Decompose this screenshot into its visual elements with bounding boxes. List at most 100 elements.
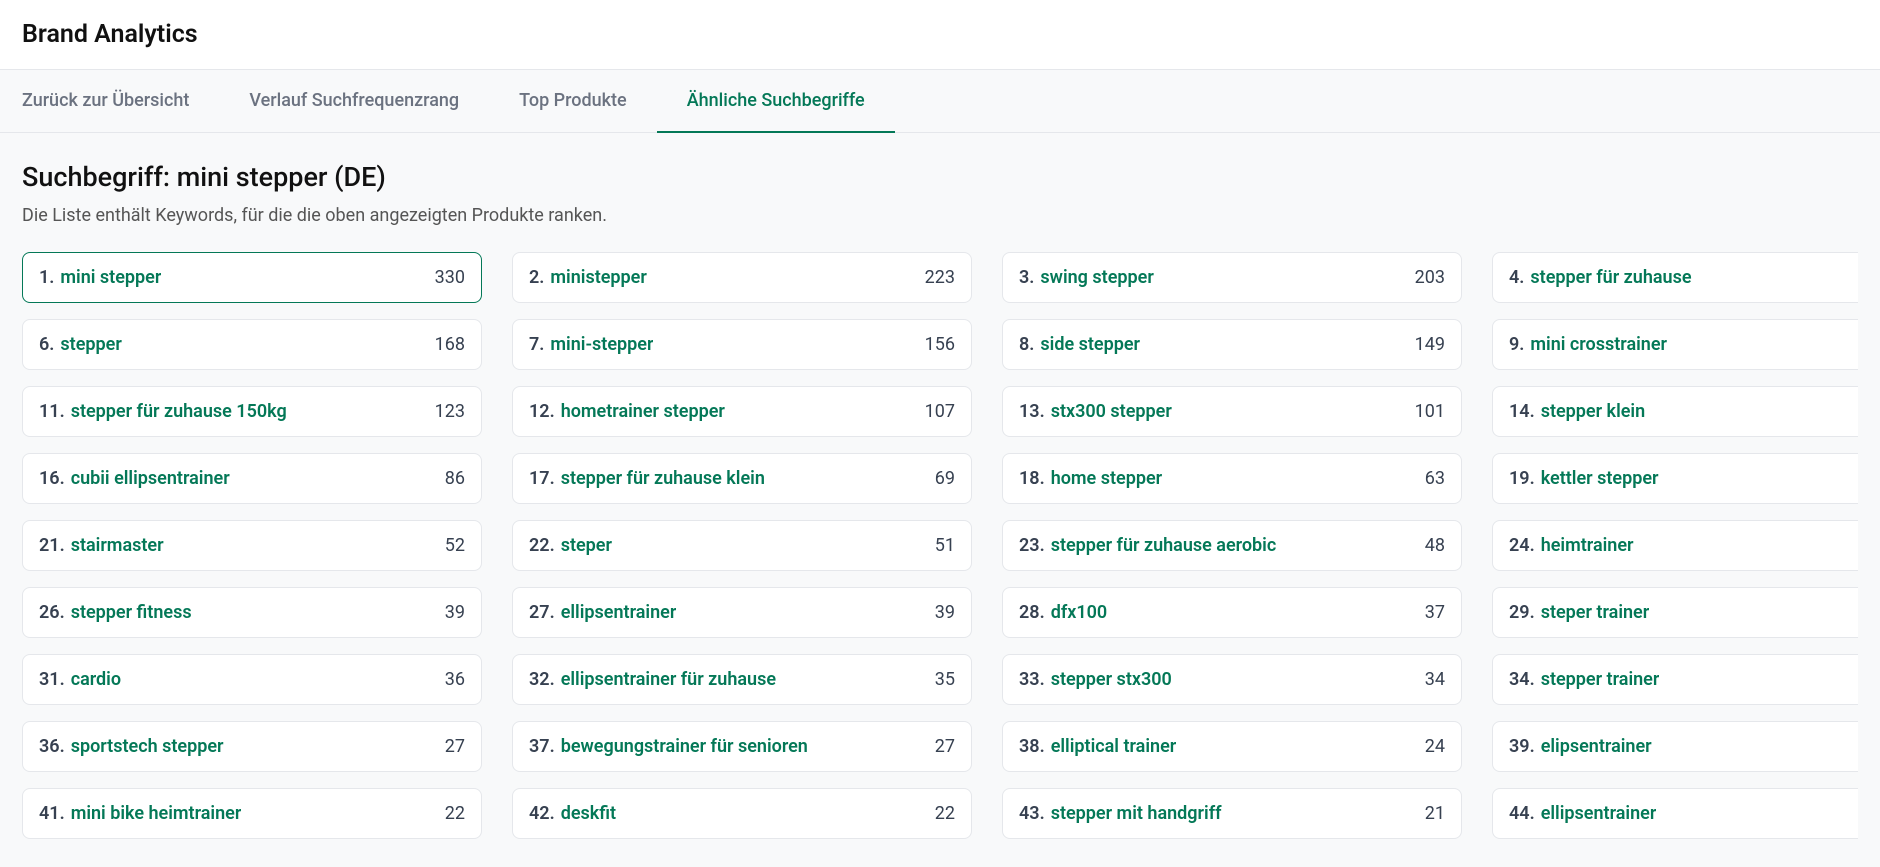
keyword-text: mini bike heimtrainer <box>71 803 242 824</box>
keyword-card[interactable]: 22.steper 51 <box>512 520 972 571</box>
keyword-card[interactable]: 29.steper trainer <box>1492 587 1858 638</box>
keyword-value: 51 <box>935 535 955 556</box>
keyword-card[interactable]: 2.ministepper223 <box>512 252 972 303</box>
keyword-rank: 13. <box>1019 401 1045 422</box>
keyword-text: stepper <box>60 334 121 355</box>
keyword-text: stepper mit handgriff <box>1051 803 1222 824</box>
keyword-rank: 23. <box>1019 535 1045 556</box>
keyword-card[interactable]: 32.ellipsentrainer für zuhause35 <box>512 654 972 705</box>
keyword-value: 39 <box>935 602 955 623</box>
keyword-card[interactable]: 12.hometrainer stepper107 <box>512 386 972 437</box>
keyword-rank: 1. <box>39 267 54 288</box>
keyword-rank: 38. <box>1019 736 1045 757</box>
keyword-rank: 28. <box>1019 602 1045 623</box>
keyword-value: 149 <box>1415 334 1445 355</box>
keyword-card-left: 31.cardio <box>39 669 121 690</box>
keyword-card[interactable]: 37.bewegungstrainer für senioren27 <box>512 721 972 772</box>
keyword-text: hometrainer stepper <box>561 401 725 422</box>
keyword-value: 168 <box>435 334 465 355</box>
keyword-text: bewegungstrainer für senioren <box>561 736 808 757</box>
keyword-rank: 24. <box>1509 535 1535 556</box>
keyword-card-left: 12.hometrainer stepper <box>529 401 725 422</box>
keyword-value: 330 <box>435 267 465 288</box>
keyword-text: mini-stepper <box>550 334 653 355</box>
keyword-card[interactable]: 23.stepper für zuhause aerobic48 <box>1002 520 1462 571</box>
keyword-card[interactable]: 39.elipsentrainer <box>1492 721 1858 772</box>
tab-2[interactable]: Top Produkte <box>489 70 657 133</box>
tab-3[interactable]: Ähnliche Suchbegriffe <box>657 70 895 133</box>
keyword-card[interactable]: 42.deskfit22 <box>512 788 972 839</box>
keyword-card-left: 41. mini bike heimtrainer <box>39 803 241 824</box>
keyword-rank: 6. <box>39 334 54 355</box>
keyword-rank: 41. <box>39 803 65 824</box>
keyword-card[interactable]: 4.stepper für zuhause <box>1492 252 1858 303</box>
keyword-rank: 21. <box>39 535 65 556</box>
keyword-card[interactable]: 14.stepper klein <box>1492 386 1858 437</box>
keyword-card[interactable]: 3.swing stepper 203 <box>1002 252 1462 303</box>
keyword-card-left: 2.ministepper <box>529 267 647 288</box>
tab-1[interactable]: Verlauf Suchfrequenzrang <box>219 70 489 133</box>
keyword-value: 39 <box>445 602 465 623</box>
keyword-card[interactable]: 27.ellipsentrainer39 <box>512 587 972 638</box>
keyword-card-left: 1. mini stepper <box>39 267 161 288</box>
keyword-value: 63 <box>1425 468 1445 489</box>
keyword-rank: 9. <box>1509 334 1524 355</box>
keyword-rank: 3. <box>1019 267 1034 288</box>
keyword-card[interactable]: 43.stepper mit handgriff21 <box>1002 788 1462 839</box>
keyword-rank: 44. <box>1509 803 1535 824</box>
keyword-rank: 22. <box>529 535 555 556</box>
keyword-value: 156 <box>925 334 955 355</box>
keyword-text: cubii ellipsentrainer <box>71 468 230 489</box>
keyword-card[interactable]: 9.mini crosstrainer <box>1492 319 1858 370</box>
keyword-card-left: 22.steper <box>529 535 612 556</box>
keyword-card[interactable]: 13.stx300 stepper101 <box>1002 386 1462 437</box>
keyword-text: ellipsentrainer <box>1541 803 1657 824</box>
keyword-text: side stepper <box>1040 334 1140 355</box>
tab-0[interactable]: Zurück zur Übersicht <box>22 70 219 133</box>
keyword-value: 203 <box>1415 267 1445 288</box>
keyword-card[interactable]: 1. mini stepper 330 <box>22 252 482 303</box>
keyword-card-left: 26.stepper fitness <box>39 602 192 623</box>
keyword-card[interactable]: 28.dfx10037 <box>1002 587 1462 638</box>
keyword-text: stepper trainer <box>1541 669 1660 690</box>
keyword-card[interactable]: 44. ellipsentrainer <box>1492 788 1858 839</box>
keyword-rank: 36. <box>39 736 65 757</box>
keyword-card[interactable]: 26.stepper fitness 39 <box>22 587 482 638</box>
keyword-card-left: 32.ellipsentrainer für zuhause <box>529 669 776 690</box>
keyword-card-left: 3.swing stepper <box>1019 267 1154 288</box>
keyword-text: steper trainer <box>1541 602 1650 623</box>
keyword-rank: 34. <box>1509 669 1535 690</box>
keyword-rank: 11. <box>39 401 65 422</box>
keyword-card[interactable]: 18.home stepper63 <box>1002 453 1462 504</box>
search-term-subtitle: Die Liste enthält Keywords, für die die … <box>22 205 1858 226</box>
keyword-card[interactable]: 17.stepper für zuhause klein69 <box>512 453 972 504</box>
keyword-card[interactable]: 38.elliptical trainer24 <box>1002 721 1462 772</box>
keyword-card[interactable]: 6. stepper 168 <box>22 319 482 370</box>
keyword-card[interactable]: 34. stepper trainer <box>1492 654 1858 705</box>
keyword-text: stepper klein <box>1541 401 1645 422</box>
keyword-grid: 1. mini stepper 330 2.ministepper223 3.swing… <box>22 252 1858 839</box>
keyword-card[interactable]: 19.kettler stepper <box>1492 453 1858 504</box>
keyword-text: elipsentrainer <box>1541 736 1652 757</box>
keyword-card-left: 17.stepper für zuhause klein <box>529 468 765 489</box>
keyword-card-left: 16. cubii ellipsentrainer <box>39 468 230 489</box>
keyword-text: sportstech stepper <box>71 736 224 757</box>
keyword-text: kettler stepper <box>1541 468 1659 489</box>
keyword-card-left: 7.mini-stepper <box>529 334 653 355</box>
keyword-card[interactable]: 21.stairmaster52 <box>22 520 482 571</box>
keyword-card[interactable]: 41.mini bike heimtrainer22 <box>22 788 482 839</box>
keyword-card-left: 13.stx300 stepper <box>1019 401 1172 422</box>
keyword-card[interactable]: 7.mini-stepper 156 <box>512 319 972 370</box>
tabs: Zurück zur ÜbersichtVerlauf Suchfrequenz… <box>0 70 1880 133</box>
keyword-card[interactable]: 24.heimtrainer <box>1492 520 1858 571</box>
keyword-card[interactable]: 16.cubii ellipsentrainer86 <box>22 453 482 504</box>
keyword-card[interactable]: 11.stepper für zuhause 150kg123 <box>22 386 482 437</box>
keyword-rank: 26. <box>39 602 65 623</box>
keyword-card[interactable]: 36.sportstech stepper27 <box>22 721 482 772</box>
keyword-rank: 16. <box>39 468 65 489</box>
keyword-text: mini stepper <box>60 267 161 288</box>
keyword-card[interactable]: 33.stepper stx30034 <box>1002 654 1462 705</box>
keyword-card[interactable]: 31.cardio36 <box>22 654 482 705</box>
keyword-card[interactable]: 8.side stepper149 <box>1002 319 1462 370</box>
keyword-card-left: 43.stepper mit handgriff <box>1019 803 1222 824</box>
